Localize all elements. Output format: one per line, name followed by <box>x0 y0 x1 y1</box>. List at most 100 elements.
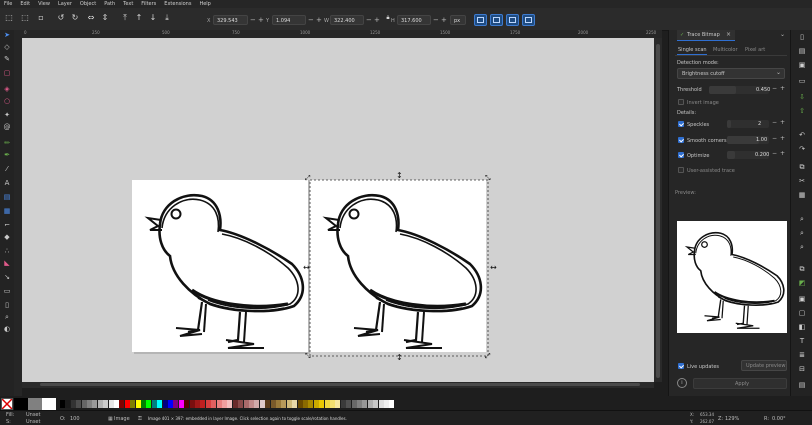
palette-swatch[interactable] <box>259 400 265 408</box>
rotate-cw-icon[interactable]: ↻ <box>70 13 80 23</box>
rotate-ccw-icon[interactable]: ↺ <box>56 13 66 23</box>
zoom-tool-icon[interactable]: ⌕ <box>2 312 12 322</box>
palette-swatch[interactable] <box>313 400 319 408</box>
palette-swatch[interactable] <box>97 400 103 408</box>
spiral-tool-icon[interactable]: @ <box>2 122 12 132</box>
speckles-spinner[interactable]: 2 <box>727 120 769 128</box>
swatch-gray-large[interactable] <box>28 398 42 410</box>
save-icon[interactable]: ▣ <box>797 60 807 70</box>
threshold-minus[interactable]: − <box>772 85 777 92</box>
palette-swatch[interactable] <box>178 400 184 408</box>
palette-swatch[interactable] <box>87 400 92 408</box>
select-all-layers-icon[interactable]: ⬚ <box>20 13 30 23</box>
ungroup-icon[interactable]: ▢ <box>797 308 807 318</box>
menu-path[interactable]: Path <box>104 1 115 7</box>
connector-tool-icon[interactable]: ↘ <box>2 272 12 282</box>
menu-view[interactable]: View <box>38 1 50 7</box>
fill-value[interactable]: Unset <box>26 412 40 418</box>
unit-select[interactable]: px <box>450 15 466 25</box>
smooth-corners-checkbox[interactable] <box>678 137 684 143</box>
palette-swatch[interactable] <box>70 400 76 408</box>
palette-swatch[interactable] <box>151 400 157 408</box>
h-minus[interactable]: − <box>433 16 439 24</box>
palette-swatch[interactable] <box>65 400 71 408</box>
palette-swatch[interactable] <box>195 400 200 408</box>
smooth-minus[interactable]: − <box>772 135 777 142</box>
vertical-ruler[interactable] <box>14 38 22 396</box>
ellipse-tool-icon[interactable]: ○ <box>2 96 12 106</box>
scale-stroke-icon[interactable] <box>474 14 487 26</box>
apply-button[interactable]: Apply <box>693 378 787 389</box>
palette-swatch[interactable] <box>346 400 352 408</box>
palette-swatch[interactable] <box>297 400 303 408</box>
smooth-corners-spinner[interactable]: 1.00 <box>727 136 769 144</box>
palette-swatch[interactable] <box>200 400 206 408</box>
xml-editor-icon[interactable]: ▤ <box>797 380 807 390</box>
h-plus[interactable]: + <box>441 16 447 24</box>
new-document-icon[interactable]: ▯ <box>797 32 807 42</box>
mesh-tool-icon[interactable]: ▦ <box>2 206 12 216</box>
palette-swatch[interactable] <box>135 400 141 408</box>
subtab-multicolor[interactable]: Multicolor <box>713 47 738 53</box>
move-patterns-icon[interactable] <box>522 14 535 26</box>
horizontal-scroll-thumb[interactable] <box>40 383 640 386</box>
zoom-selection-icon[interactable]: ⌕ <box>797 214 807 224</box>
palette-swatch[interactable] <box>330 400 335 408</box>
palette-swatch[interactable] <box>362 400 368 408</box>
palette-swatch[interactable] <box>227 400 233 408</box>
import-icon[interactable]: ⇩ <box>797 92 807 102</box>
raise-icon[interactable]: ↑ <box>134 13 144 23</box>
pen-tool-icon[interactable]: ✒ <box>2 150 12 160</box>
palette-swatch[interactable] <box>238 400 244 408</box>
panel-menu-icon[interactable]: ⌄ <box>780 31 785 38</box>
redo-icon[interactable]: ↷ <box>797 144 807 154</box>
layer-value[interactable]: Image <box>114 416 130 422</box>
x-field[interactable]: 329.543 <box>213 15 248 25</box>
zoom-page-icon[interactable]: ⌕ <box>797 242 807 252</box>
palette-swatch[interactable] <box>243 400 249 408</box>
menu-help[interactable]: Help <box>199 1 210 7</box>
lpe-tool-icon[interactable]: ◐ <box>2 324 12 334</box>
user-assisted-checkbox[interactable] <box>678 167 684 173</box>
menu-text[interactable]: Text <box>123 1 133 7</box>
palette-swatch[interactable] <box>108 400 114 408</box>
palette-swatch[interactable] <box>216 400 222 408</box>
palette-swatch[interactable] <box>286 400 292 408</box>
opacity-value[interactable]: 100 <box>70 416 80 422</box>
paste-icon[interactable]: ▦ <box>797 190 807 200</box>
subtab-single-scan[interactable]: Single scan <box>678 47 707 53</box>
drawing-canvas[interactable]: ↕ ⤡ ⤢ ↔ ↔ ↕ ⤢ ⤡ <box>22 38 654 382</box>
w-minus[interactable]: − <box>366 16 372 24</box>
stroke-value[interactable]: Unset <box>26 419 40 425</box>
raise-to-top-icon[interactable]: ⤒ <box>120 13 130 23</box>
h-field[interactable]: 317.600 <box>397 15 431 25</box>
star-tool-icon[interactable]: ✦ <box>2 110 12 120</box>
palette-swatch[interactable] <box>184 400 190 408</box>
optimize-minus[interactable]: − <box>772 150 777 157</box>
palette-swatch[interactable] <box>270 400 276 408</box>
palette-swatch[interactable] <box>281 400 287 408</box>
text-font-icon[interactable]: T <box>797 336 807 346</box>
y-plus[interactable]: + <box>316 16 322 24</box>
palette-swatch[interactable] <box>303 400 308 408</box>
palette-swatch[interactable] <box>254 400 260 408</box>
tweak-tool-icon[interactable]: ✎ <box>2 54 12 64</box>
help-icon[interactable]: i <box>677 378 687 388</box>
palette-swatch[interactable] <box>103 400 109 408</box>
zoom-drawing-icon[interactable]: ⌕ <box>797 228 807 238</box>
palette-swatch[interactable] <box>114 400 119 408</box>
vertical-scroll-thumb[interactable] <box>656 44 660 378</box>
palette-swatch[interactable] <box>324 400 330 408</box>
speckles-checkbox[interactable] <box>678 121 684 127</box>
y-minus[interactable]: − <box>308 16 314 24</box>
palette-swatch[interactable] <box>340 400 346 408</box>
speckles-plus[interactable]: + <box>780 119 785 126</box>
palette-swatch[interactable] <box>141 400 146 408</box>
palette-swatch[interactable] <box>92 400 98 408</box>
palette-swatch[interactable] <box>373 400 379 408</box>
eraser-tool-icon[interactable]: ◣ <box>2 258 12 268</box>
align-icon[interactable]: ⊟ <box>797 364 807 374</box>
x-plus[interactable]: + <box>258 16 264 24</box>
selector-tool-icon[interactable]: ➤ <box>2 30 12 40</box>
palette-swatch[interactable] <box>211 400 217 408</box>
